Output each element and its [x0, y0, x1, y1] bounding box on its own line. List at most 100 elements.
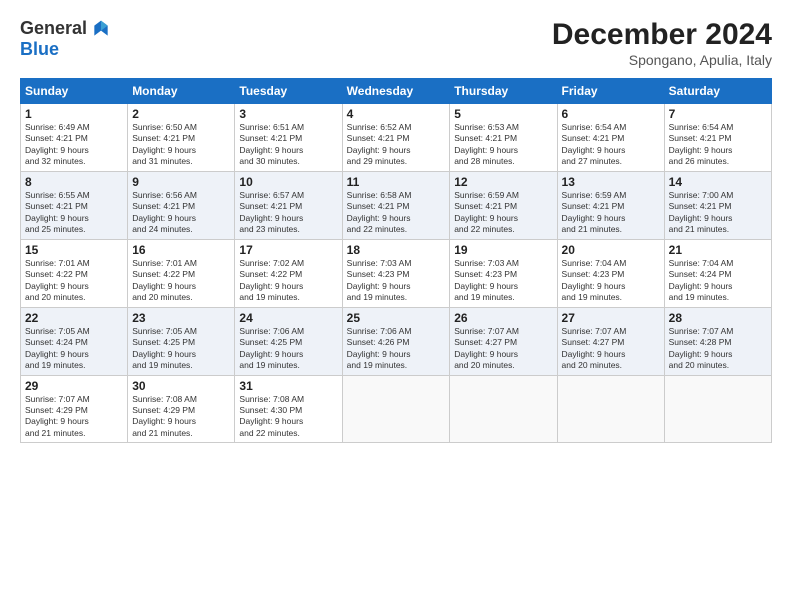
table-row: 24 Sunrise: 7:06 AMSunset: 4:25 PMDaylig…	[235, 307, 342, 375]
day-number: 10	[239, 175, 337, 189]
table-row: 20 Sunrise: 7:04 AMSunset: 4:23 PMDaylig…	[557, 239, 664, 307]
day-number: 1	[25, 107, 123, 121]
logo-blue-text: Blue	[20, 39, 59, 60]
table-row: 19 Sunrise: 7:03 AMSunset: 4:23 PMDaylig…	[450, 239, 557, 307]
table-row: 2 Sunrise: 6:50 AMSunset: 4:21 PMDayligh…	[128, 104, 235, 172]
day-info: Sunrise: 6:53 AMSunset: 4:21 PMDaylight:…	[454, 122, 519, 166]
col-saturday: Saturday	[664, 79, 771, 104]
table-row: 25 Sunrise: 7:06 AMSunset: 4:26 PMDaylig…	[342, 307, 450, 375]
day-info: Sunrise: 7:07 AMSunset: 4:29 PMDaylight:…	[25, 394, 90, 438]
table-row	[450, 375, 557, 443]
day-number: 24	[239, 311, 337, 325]
day-info: Sunrise: 7:08 AMSunset: 4:30 PMDaylight:…	[239, 394, 304, 438]
day-number: 26	[454, 311, 552, 325]
table-row: 22 Sunrise: 7:05 AMSunset: 4:24 PMDaylig…	[21, 307, 128, 375]
day-info: Sunrise: 6:50 AMSunset: 4:21 PMDaylight:…	[132, 122, 197, 166]
day-number: 23	[132, 311, 230, 325]
day-number: 9	[132, 175, 230, 189]
day-info: Sunrise: 6:56 AMSunset: 4:21 PMDaylight:…	[132, 190, 197, 234]
table-row: 27 Sunrise: 7:07 AMSunset: 4:27 PMDaylig…	[557, 307, 664, 375]
day-number: 27	[562, 311, 660, 325]
calendar-week-row: 8 Sunrise: 6:55 AMSunset: 4:21 PMDayligh…	[21, 171, 772, 239]
day-number: 31	[239, 379, 337, 393]
table-row: 26 Sunrise: 7:07 AMSunset: 4:27 PMDaylig…	[450, 307, 557, 375]
table-row: 14 Sunrise: 7:00 AMSunset: 4:21 PMDaylig…	[664, 171, 771, 239]
table-row: 28 Sunrise: 7:07 AMSunset: 4:28 PMDaylig…	[664, 307, 771, 375]
day-number: 30	[132, 379, 230, 393]
day-number: 18	[347, 243, 446, 257]
calendar-week-row: 15 Sunrise: 7:01 AMSunset: 4:22 PMDaylig…	[21, 239, 772, 307]
table-row	[342, 375, 450, 443]
day-info: Sunrise: 6:51 AMSunset: 4:21 PMDaylight:…	[239, 122, 304, 166]
day-info: Sunrise: 7:05 AMSunset: 4:25 PMDaylight:…	[132, 326, 197, 370]
day-info: Sunrise: 7:01 AMSunset: 4:22 PMDaylight:…	[25, 258, 90, 302]
day-number: 17	[239, 243, 337, 257]
day-info: Sunrise: 7:06 AMSunset: 4:25 PMDaylight:…	[239, 326, 304, 370]
calendar-header-row: Sunday Monday Tuesday Wednesday Thursday…	[21, 79, 772, 104]
col-thursday: Thursday	[450, 79, 557, 104]
day-info: Sunrise: 7:02 AMSunset: 4:22 PMDaylight:…	[239, 258, 304, 302]
table-row: 23 Sunrise: 7:05 AMSunset: 4:25 PMDaylig…	[128, 307, 235, 375]
day-info: Sunrise: 7:04 AMSunset: 4:24 PMDaylight:…	[669, 258, 734, 302]
table-row: 9 Sunrise: 6:56 AMSunset: 4:21 PMDayligh…	[128, 171, 235, 239]
day-info: Sunrise: 7:00 AMSunset: 4:21 PMDaylight:…	[669, 190, 734, 234]
day-number: 20	[562, 243, 660, 257]
col-wednesday: Wednesday	[342, 79, 450, 104]
logo: General Blue	[20, 18, 111, 60]
day-info: Sunrise: 6:59 AMSunset: 4:21 PMDaylight:…	[562, 190, 627, 234]
table-row: 8 Sunrise: 6:55 AMSunset: 4:21 PMDayligh…	[21, 171, 128, 239]
day-number: 25	[347, 311, 446, 325]
table-row: 1 Sunrise: 6:49 AMSunset: 4:21 PMDayligh…	[21, 104, 128, 172]
day-info: Sunrise: 6:55 AMSunset: 4:21 PMDaylight:…	[25, 190, 90, 234]
table-row: 15 Sunrise: 7:01 AMSunset: 4:22 PMDaylig…	[21, 239, 128, 307]
table-row: 7 Sunrise: 6:54 AMSunset: 4:21 PMDayligh…	[664, 104, 771, 172]
table-row: 12 Sunrise: 6:59 AMSunset: 4:21 PMDaylig…	[450, 171, 557, 239]
table-row: 31 Sunrise: 7:08 AMSunset: 4:30 PMDaylig…	[235, 375, 342, 443]
logo-icon	[91, 19, 111, 39]
day-number: 19	[454, 243, 552, 257]
day-info: Sunrise: 7:01 AMSunset: 4:22 PMDaylight:…	[132, 258, 197, 302]
calendar-week-row: 29 Sunrise: 7:07 AMSunset: 4:29 PMDaylig…	[21, 375, 772, 443]
logo-general-text: General	[20, 18, 87, 39]
day-info: Sunrise: 7:07 AMSunset: 4:27 PMDaylight:…	[562, 326, 627, 370]
page: General Blue December 2024 Spongano, Apu…	[0, 0, 792, 612]
table-row: 17 Sunrise: 7:02 AMSunset: 4:22 PMDaylig…	[235, 239, 342, 307]
table-row: 18 Sunrise: 7:03 AMSunset: 4:23 PMDaylig…	[342, 239, 450, 307]
day-number: 4	[347, 107, 446, 121]
table-row: 5 Sunrise: 6:53 AMSunset: 4:21 PMDayligh…	[450, 104, 557, 172]
table-row	[664, 375, 771, 443]
table-row: 6 Sunrise: 6:54 AMSunset: 4:21 PMDayligh…	[557, 104, 664, 172]
day-info: Sunrise: 6:49 AMSunset: 4:21 PMDaylight:…	[25, 122, 90, 166]
title-block: December 2024 Spongano, Apulia, Italy	[552, 18, 772, 68]
col-monday: Monday	[128, 79, 235, 104]
day-number: 28	[669, 311, 767, 325]
day-number: 13	[562, 175, 660, 189]
table-row: 29 Sunrise: 7:07 AMSunset: 4:29 PMDaylig…	[21, 375, 128, 443]
calendar-week-row: 1 Sunrise: 6:49 AMSunset: 4:21 PMDayligh…	[21, 104, 772, 172]
day-number: 12	[454, 175, 552, 189]
day-info: Sunrise: 7:03 AMSunset: 4:23 PMDaylight:…	[347, 258, 412, 302]
day-number: 8	[25, 175, 123, 189]
col-tuesday: Tuesday	[235, 79, 342, 104]
day-number: 6	[562, 107, 660, 121]
day-info: Sunrise: 7:04 AMSunset: 4:23 PMDaylight:…	[562, 258, 627, 302]
table-row: 4 Sunrise: 6:52 AMSunset: 4:21 PMDayligh…	[342, 104, 450, 172]
day-info: Sunrise: 7:08 AMSunset: 4:29 PMDaylight:…	[132, 394, 197, 438]
table-row: 21 Sunrise: 7:04 AMSunset: 4:24 PMDaylig…	[664, 239, 771, 307]
table-row	[557, 375, 664, 443]
day-info: Sunrise: 6:52 AMSunset: 4:21 PMDaylight:…	[347, 122, 412, 166]
day-info: Sunrise: 6:59 AMSunset: 4:21 PMDaylight:…	[454, 190, 519, 234]
day-number: 7	[669, 107, 767, 121]
day-number: 15	[25, 243, 123, 257]
day-number: 5	[454, 107, 552, 121]
day-info: Sunrise: 7:05 AMSunset: 4:24 PMDaylight:…	[25, 326, 90, 370]
day-info: Sunrise: 7:07 AMSunset: 4:27 PMDaylight:…	[454, 326, 519, 370]
location: Spongano, Apulia, Italy	[552, 52, 772, 68]
table-row: 16 Sunrise: 7:01 AMSunset: 4:22 PMDaylig…	[128, 239, 235, 307]
day-number: 14	[669, 175, 767, 189]
table-row: 3 Sunrise: 6:51 AMSunset: 4:21 PMDayligh…	[235, 104, 342, 172]
month-title: December 2024	[552, 18, 772, 52]
col-sunday: Sunday	[21, 79, 128, 104]
day-info: Sunrise: 6:54 AMSunset: 4:21 PMDaylight:…	[562, 122, 627, 166]
day-number: 29	[25, 379, 123, 393]
